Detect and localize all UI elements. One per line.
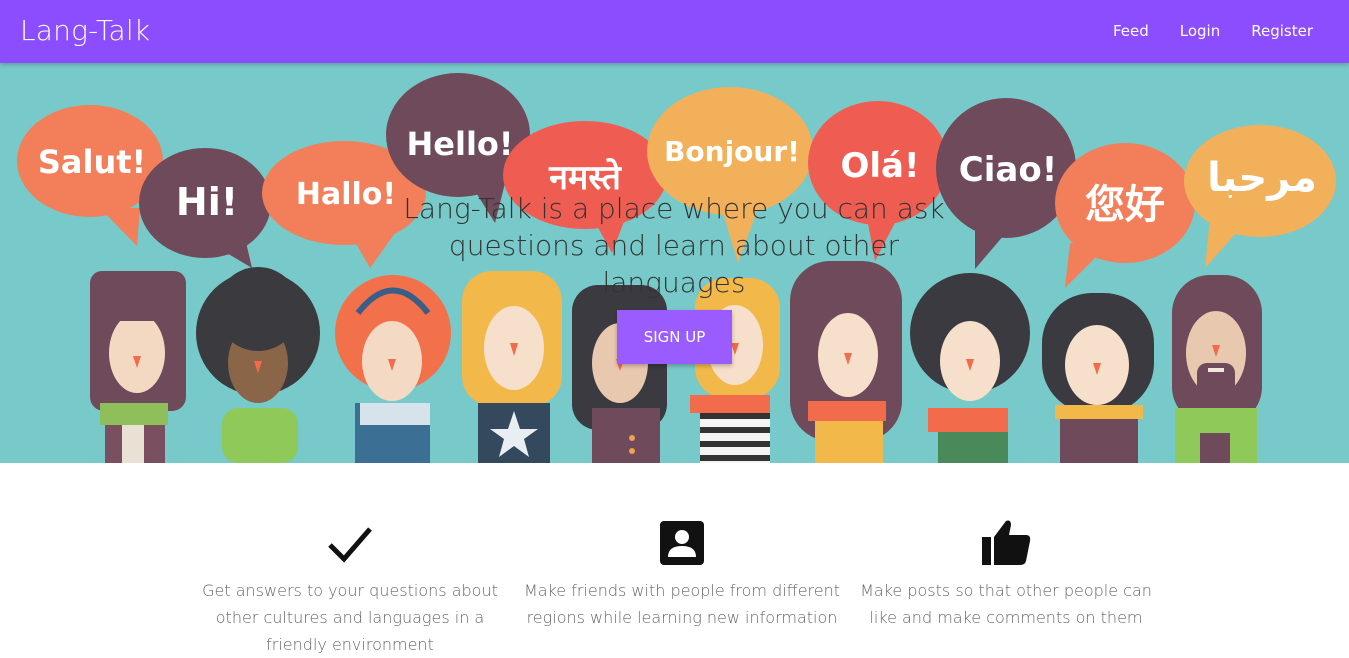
thumbs-up-icon xyxy=(982,520,1031,565)
speech-bubble-hi: Hi! xyxy=(139,148,271,268)
check-icon xyxy=(328,527,372,563)
feature-answers: Get answers to your questions about othe… xyxy=(190,515,510,658)
speech-bubble-marhaba: مرحبا xyxy=(1184,125,1336,268)
svg-text:مرحبا: مرحبا xyxy=(1207,155,1317,201)
nav-register-link[interactable]: Register xyxy=(1251,22,1313,40)
svg-text:Bonjour!: Bonjour! xyxy=(664,135,800,168)
nav-feed-link[interactable]: Feed xyxy=(1113,22,1149,40)
nav-links: Feed Login Register xyxy=(1113,22,1313,40)
brand-logo[interactable]: Lang-Talk xyxy=(20,14,150,47)
hero-banner: Salut! Hi! Hallo! Hello! नमस्ते Bonjour!… xyxy=(0,63,1349,463)
sign-up-button[interactable]: SIGN UP xyxy=(617,310,732,364)
feature-answers-text: Get answers to your questions about othe… xyxy=(202,581,498,654)
feature-friends-text: Make friends with people from different … xyxy=(523,581,841,627)
feature-friends: Make friends with people from different … xyxy=(522,515,842,631)
feature-posts-text: Make posts so that other people can like… xyxy=(860,581,1152,627)
navbar: Lang-Talk Feed Login Register xyxy=(0,0,1349,63)
svg-text:Hi!: Hi! xyxy=(176,180,238,224)
svg-text:Olá!: Olá! xyxy=(840,146,919,186)
speech-bubble-nin-hao: 您好 xyxy=(1055,143,1195,288)
svg-text:Ciao!: Ciao! xyxy=(959,150,1057,190)
contact-card-icon xyxy=(660,521,704,565)
svg-text:您好: 您好 xyxy=(1085,182,1165,228)
svg-text:Hello!: Hello! xyxy=(407,125,514,163)
speech-bubble-salut: Salut! xyxy=(17,105,163,246)
features-section: Get answers to your questions about othe… xyxy=(0,463,1349,657)
nav-login-link[interactable]: Login xyxy=(1180,22,1220,40)
hero-headline: Lang-Talk is a place where you can ask q… xyxy=(403,192,945,299)
svg-text:Salut!: Salut! xyxy=(38,143,146,181)
feature-posts: Make posts so that other people can like… xyxy=(846,515,1166,631)
